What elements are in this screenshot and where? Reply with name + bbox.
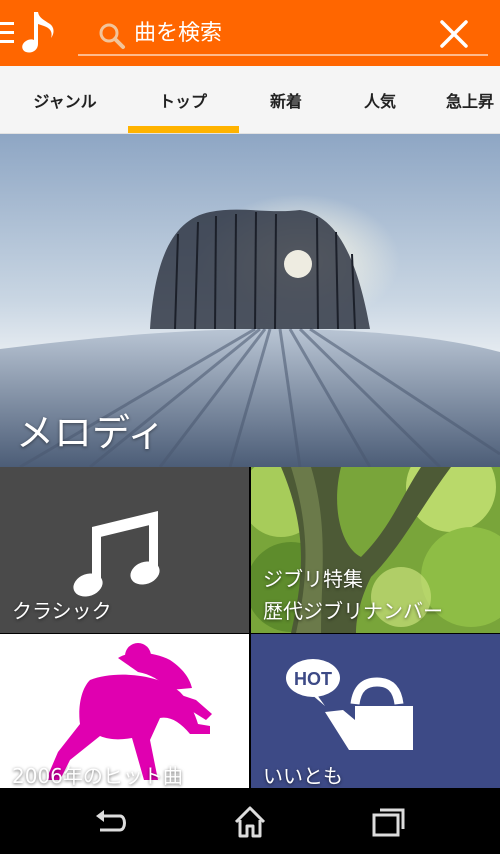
tab-bar: ジャンル トップ 新着 人気 急上昇 <box>0 66 500 134</box>
selected-tab-indicator <box>128 126 239 133</box>
search-icon <box>99 23 125 49</box>
tab-top[interactable]: トップ <box>128 66 238 133</box>
app-bar <box>0 0 500 66</box>
tab-trending[interactable]: 急上昇 <box>446 66 500 133</box>
dancer-silhouette-icon <box>46 643 212 780</box>
tile-2006-hits[interactable]: 2006年のヒット曲 <box>0 634 249 788</box>
tile-ghibli[interactable]: ジブリ特集 歴代ジブリナンバー <box>251 467 500 633</box>
tile-iitomo[interactable]: HOT いいとも <box>251 634 500 788</box>
search-box[interactable] <box>78 10 488 56</box>
music-notes-icon <box>73 511 160 597</box>
tile-label-2006-hits: 2006年のヒット曲 <box>12 764 183 788</box>
tile-label-ghibli-subtitle: 歴代ジブリナンバー <box>263 599 443 623</box>
hot-badge-text: HOT <box>294 669 332 689</box>
tab-genre[interactable]: ジャンル <box>10 66 120 133</box>
tile-label-classic: クラシック <box>12 599 112 623</box>
tile-label-iitomo: いいとも <box>263 764 343 788</box>
tile-label-ghibli-title: ジブリ特集 <box>263 567 363 591</box>
close-icon[interactable] <box>440 20 468 48</box>
home-icon[interactable] <box>230 802 270 842</box>
kettle-hot-icon: HOT <box>286 659 413 750</box>
search-input[interactable] <box>134 16 414 50</box>
music-note-logo-icon[interactable] <box>20 8 60 56</box>
hero-label: メロディ <box>16 411 166 455</box>
back-icon[interactable] <box>90 802 130 842</box>
menu-icon[interactable] <box>0 22 14 44</box>
recent-apps-icon[interactable] <box>368 802 408 842</box>
system-navigation-bar <box>0 788 500 854</box>
tile-classic[interactable]: クラシック <box>0 467 249 633</box>
tab-popular[interactable]: 人気 <box>325 66 435 133</box>
